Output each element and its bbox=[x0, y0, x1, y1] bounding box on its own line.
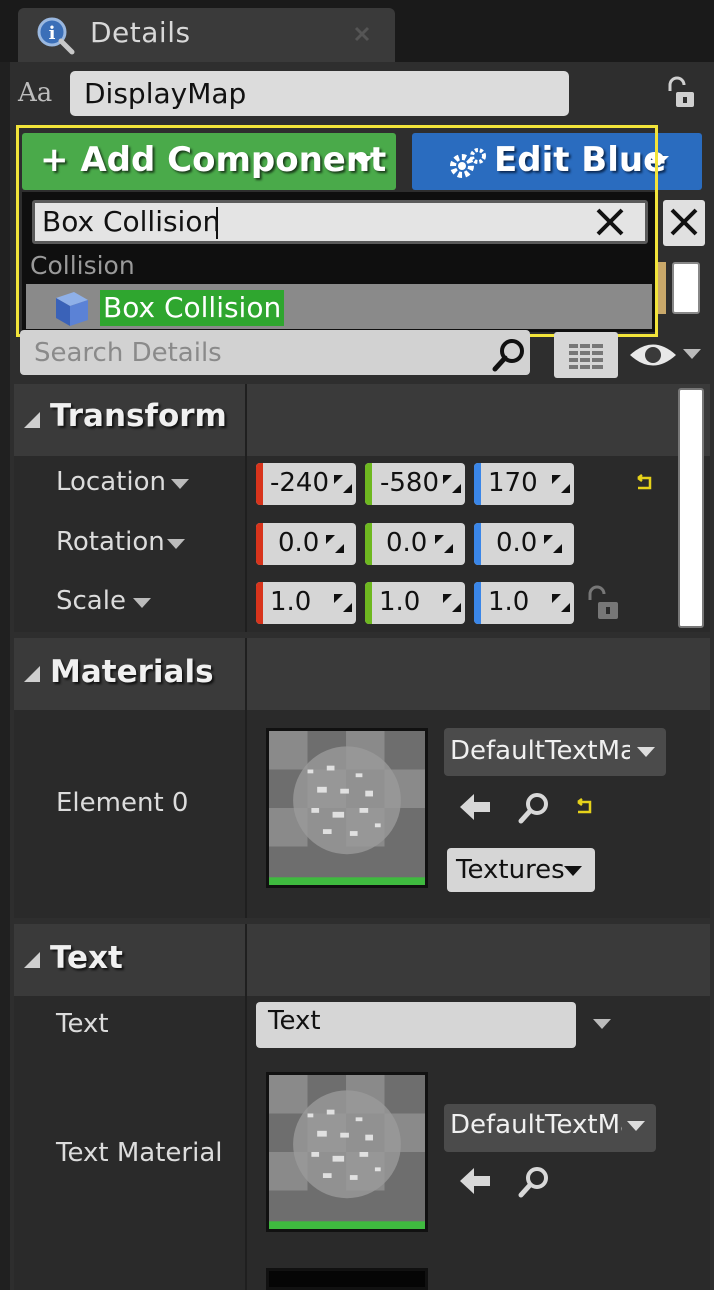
chevron-down-icon bbox=[353, 156, 373, 166]
text-cursor bbox=[216, 207, 218, 239]
browse-search-icon[interactable] bbox=[518, 790, 552, 824]
chevron-down-icon[interactable] bbox=[592, 1018, 612, 1030]
element-0-label: Element 0 bbox=[56, 788, 189, 818]
x-axis-marker bbox=[256, 463, 263, 505]
menu-item-label: Box Collision bbox=[100, 290, 285, 326]
section-title-transform: Transform bbox=[50, 398, 227, 434]
scale-y-value: 1.0 bbox=[379, 587, 421, 617]
rotation-label: Rotation bbox=[56, 527, 165, 557]
material-thumbnail[interactable] bbox=[266, 1072, 428, 1232]
use-selected-arrow-icon[interactable] bbox=[458, 1166, 492, 1196]
color-swatch bbox=[658, 262, 666, 314]
rotation-x-value: 0.0 bbox=[278, 528, 320, 558]
details-icon: i bbox=[37, 17, 75, 55]
material-thumbnail[interactable] bbox=[266, 728, 428, 888]
rotation-y-value: 0.0 bbox=[386, 528, 428, 558]
name-icon: Aa bbox=[18, 78, 53, 108]
chevron-down-icon bbox=[627, 1121, 645, 1131]
component-search-value: Box Collision bbox=[42, 205, 221, 238]
drag-spinner-icon[interactable] bbox=[551, 593, 571, 613]
unlock-icon[interactable] bbox=[586, 584, 622, 622]
actor-name-input[interactable]: DisplayMap bbox=[70, 71, 569, 116]
chevron-down-icon bbox=[649, 156, 669, 166]
text-value: Text bbox=[268, 1006, 321, 1036]
browse-search-icon[interactable] bbox=[518, 1164, 552, 1198]
text-material-label: Text Material bbox=[56, 1138, 223, 1168]
font-thumbnail[interactable] bbox=[266, 1268, 428, 1290]
z-axis-marker bbox=[474, 463, 481, 505]
scale-z-value: 1.0 bbox=[488, 587, 530, 617]
collapse-arrow-icon[interactable] bbox=[22, 664, 42, 684]
close-icon[interactable] bbox=[352, 24, 372, 44]
chevron-down-icon bbox=[637, 747, 655, 757]
search-icon[interactable] bbox=[490, 334, 530, 374]
text-label: Text bbox=[56, 1009, 109, 1039]
x-axis-marker bbox=[256, 523, 263, 565]
drag-spinner-icon[interactable] bbox=[551, 474, 571, 494]
drag-spinner-icon[interactable] bbox=[325, 534, 345, 554]
chevron-down-icon[interactable] bbox=[132, 597, 152, 609]
add-component-label: + Add Component bbox=[40, 140, 387, 180]
chevron-down-icon bbox=[564, 866, 582, 876]
collapse-arrow-icon[interactable] bbox=[22, 950, 42, 970]
unlock-icon[interactable] bbox=[664, 76, 698, 110]
location-y-value: -580 bbox=[380, 468, 440, 498]
textures-label: Textures bbox=[456, 855, 565, 885]
location-x-value: -240 bbox=[270, 468, 330, 498]
collapse-arrow-icon[interactable] bbox=[22, 410, 42, 430]
drag-spinner-icon[interactable] bbox=[333, 474, 353, 494]
y-axis-marker bbox=[365, 523, 372, 565]
text-material-name: DefaultTextMa bbox=[450, 1110, 622, 1140]
edit-blueprint-label: Edit Blue bbox=[494, 140, 667, 180]
list-view-icon bbox=[569, 342, 603, 370]
tab-title: Details bbox=[90, 16, 191, 49]
search-details-placeholder: Search Details bbox=[34, 338, 222, 368]
reset-to-default-icon[interactable] bbox=[574, 798, 594, 816]
use-selected-arrow-icon[interactable] bbox=[458, 792, 492, 822]
drag-spinner-icon[interactable] bbox=[442, 474, 462, 494]
z-axis-marker bbox=[474, 582, 481, 624]
menu-category-collision: Collision bbox=[30, 251, 135, 280]
drag-spinner-icon[interactable] bbox=[333, 593, 353, 613]
chevron-down-icon bbox=[683, 349, 701, 359]
material-name: DefaultTextMat bbox=[450, 736, 630, 766]
column-divider bbox=[245, 710, 247, 918]
scrollbar[interactable] bbox=[678, 388, 704, 628]
side-button[interactable] bbox=[672, 262, 700, 314]
y-axis-marker bbox=[365, 463, 372, 505]
svg-text:i: i bbox=[49, 23, 56, 44]
drag-spinner-icon[interactable] bbox=[442, 593, 462, 613]
rotation-z-value: 0.0 bbox=[496, 528, 538, 558]
scale-label: Scale bbox=[56, 586, 126, 616]
drag-spinner-icon[interactable] bbox=[434, 534, 454, 554]
reset-to-default-icon[interactable] bbox=[634, 474, 654, 492]
location-label: Location bbox=[56, 467, 166, 497]
drag-spinner-icon[interactable] bbox=[543, 534, 563, 554]
column-divider bbox=[245, 456, 247, 632]
chevron-down-icon[interactable] bbox=[166, 538, 186, 550]
column-divider bbox=[245, 996, 247, 1290]
close-icon[interactable] bbox=[594, 207, 626, 237]
section-title-materials: Materials bbox=[50, 654, 214, 690]
scale-x-value: 1.0 bbox=[270, 587, 312, 617]
location-z-value: 170.0 bbox=[488, 468, 540, 498]
cube-icon bbox=[56, 292, 88, 326]
gear-icon bbox=[450, 148, 486, 178]
y-axis-marker bbox=[365, 582, 372, 624]
x-axis-marker bbox=[256, 582, 263, 624]
section-title-text: Text bbox=[50, 940, 123, 976]
close-icon bbox=[670, 208, 698, 236]
eye-icon[interactable] bbox=[628, 340, 678, 370]
z-axis-marker bbox=[474, 523, 481, 565]
chevron-down-icon[interactable] bbox=[170, 478, 190, 490]
